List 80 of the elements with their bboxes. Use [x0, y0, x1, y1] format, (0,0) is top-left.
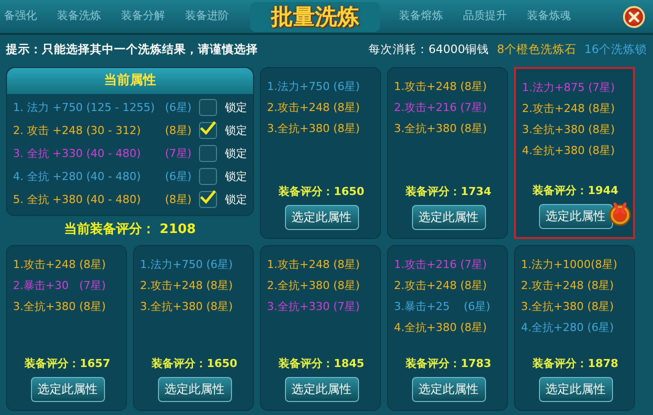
star-level: (8星): [165, 192, 193, 207]
attribute-line: 4.全抗+380 (8星): [522, 143, 616, 159]
hint-text: 提示：只能选择其中一个洗炼结果，请谨慎选择: [6, 42, 259, 56]
attribute-line: 3.全抗+380 (8星): [521, 299, 615, 315]
select-button[interactable]: 选定此属性: [284, 377, 358, 402]
lock-checkbox[interactable]: [199, 168, 217, 185]
lock-checkbox[interactable]: [199, 122, 217, 139]
score-text: 装备评分：1650: [278, 184, 366, 199]
attribute-line: 2.攻击+216 (7星): [394, 100, 488, 116]
lock-label: 锁定: [225, 146, 247, 161]
lock-checkbox[interactable]: [199, 191, 217, 208]
score-text: 装备评分：1650: [150, 356, 238, 371]
star-level: (7星): [165, 146, 193, 161]
attribute-line: 2.全抗+380 (8星): [267, 278, 361, 294]
cost-text: 每次消耗：64000铜钱: [368, 42, 490, 56]
faded-tab[interactable]: 装备洗炼: [57, 8, 101, 23]
attribute-line: 1.攻击+248 (8星): [13, 257, 107, 273]
attribute-line: 4.全抗+280 (6星): [521, 320, 615, 336]
attribute-line: 1.攻击+216 (7星): [394, 257, 488, 273]
faded-tab[interactable]: 装备炼魂: [527, 8, 571, 23]
attribute-line: 1.攻击+248 (8星): [267, 257, 361, 273]
faded-tab[interactable]: 品质提升: [463, 8, 507, 23]
score-text: 装备评分：1878: [532, 356, 620, 371]
attribute-line: 1.法力+750 (6星): [267, 79, 361, 95]
star-level: (8星): [165, 123, 193, 138]
lock-checkbox[interactable]: [199, 145, 217, 162]
lock-label: 锁定: [225, 123, 247, 138]
stone-cost: 8个橙色洗炼石: [497, 42, 576, 56]
panel-header: 当前属性: [7, 68, 253, 94]
attribute-text: 5. 全抗 +380 (40 - 480): [13, 192, 142, 207]
faded-tab[interactable]: 装备分解: [121, 8, 165, 23]
star-level: (6星): [165, 169, 193, 184]
attribute-line: 3.全抗+380 (8星): [267, 121, 361, 137]
attribute-line: 2.攻击+248 (8星): [394, 278, 488, 294]
window-title: 批量洗炼: [250, 2, 380, 32]
attribute-line: 3.全抗+380 (8星): [140, 299, 234, 315]
faded-tab[interactable]: 装备进阶: [185, 8, 229, 23]
attribute-line: 1.攻击+248 (8星): [394, 79, 488, 95]
select-button[interactable]: 选定此属性: [284, 205, 358, 230]
attribute-line: 1.法力+750 (6星): [140, 257, 234, 273]
lock-label: 锁定: [225, 100, 247, 115]
attribute-line: 2.暴击+30 (7星): [13, 278, 107, 294]
score-text: 装备评分：1944: [532, 183, 620, 198]
attribute-text: 3. 全抗 +330 (40 - 480): [13, 146, 142, 161]
attribute-text: 4. 全抗 +280 (40 - 480): [13, 169, 142, 184]
select-button[interactable]: 选定此属性: [538, 377, 612, 402]
attribute-line: 3.全抗+330 (7星): [267, 299, 361, 315]
score-text: 装备评分：1783: [404, 356, 492, 371]
attribute-line: 3.全抗+380 (8星): [394, 121, 488, 137]
lock-label: 锁定: [225, 192, 247, 207]
select-button[interactable]: 选定此属性: [412, 205, 486, 230]
faded-tab[interactable]: 备强化: [4, 8, 37, 23]
close-icon: [627, 10, 641, 24]
select-button[interactable]: 选定此属性: [158, 377, 232, 402]
star-level: (6星): [165, 100, 193, 115]
select-button[interactable]: 选定此属性: [412, 377, 486, 402]
score-text: 装备评分：1734: [404, 184, 492, 199]
attribute-line: 1.法力+875 (7星): [522, 80, 616, 96]
attribute-line: 4.全抗+380 (8星): [394, 320, 488, 336]
attribute-line: 3.全抗+380 (8星): [522, 122, 616, 138]
hand-badge-icon: [607, 200, 633, 226]
select-button[interactable]: 选定此属性: [538, 204, 612, 229]
attribute-text: 1. 法力 +750 (125 - 1255): [13, 100, 156, 115]
lock-label: 锁定: [225, 169, 247, 184]
lock-checkbox[interactable]: [199, 99, 217, 116]
attribute-line: 2.攻击+248 (8星): [140, 278, 234, 294]
attribute-line: 2.攻击+248 (8星): [522, 101, 616, 117]
faded-tab[interactable]: 装备熔炼: [399, 8, 443, 23]
score-text: 装备评分：1657: [24, 356, 112, 371]
lock-cost: 16个洗炼锁: [584, 42, 647, 56]
attribute-line: 3.全抗+380 (8星): [13, 299, 107, 315]
attribute-line: 1.法力+1000(8星): [521, 257, 618, 273]
attribute-line: 2.攻击+248 (8星): [267, 100, 361, 116]
attribute-text: 2. 攻击 +248 (30 - 312): [13, 123, 142, 138]
attribute-line: 3.暴击+25 (6星): [394, 299, 492, 315]
score-text: 装备评分：1845: [278, 356, 366, 371]
select-button[interactable]: 选定此属性: [30, 377, 104, 402]
attribute-line: 2.攻击+248 (8星): [521, 278, 615, 294]
close-button[interactable]: [623, 6, 645, 28]
current-score: 当前装备评分： 2108: [63, 221, 197, 238]
